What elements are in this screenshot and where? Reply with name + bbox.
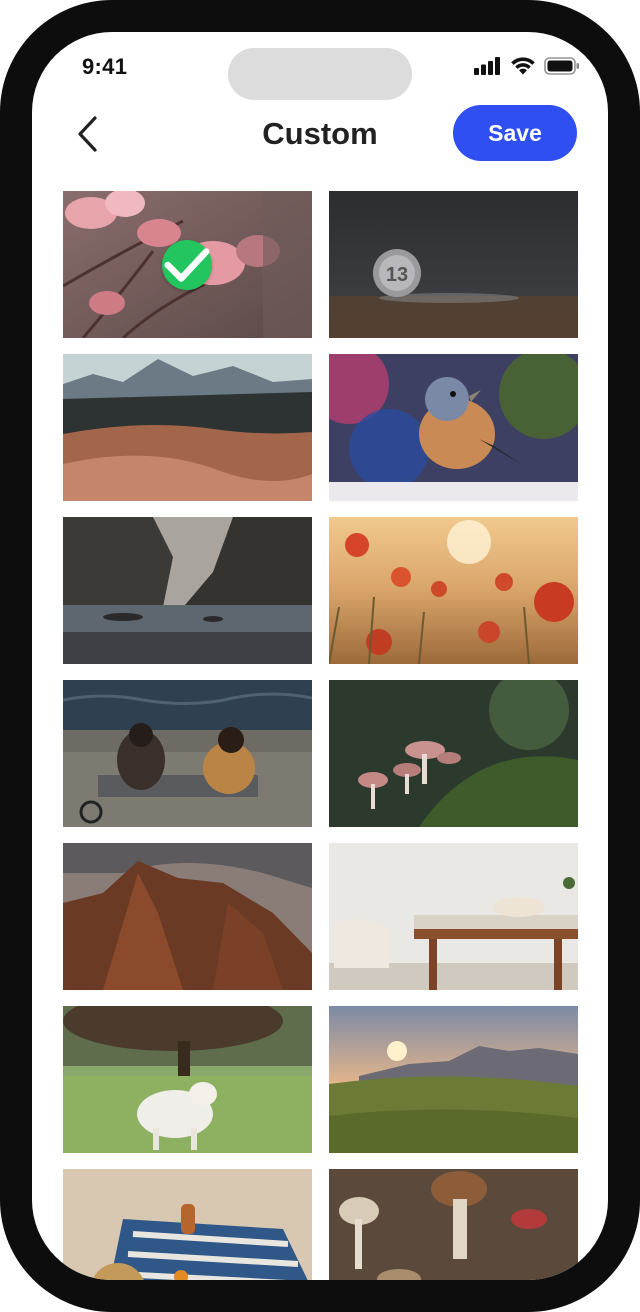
- photo-mushrooms-table-image: [329, 1169, 578, 1280]
- wifi-icon: [511, 57, 535, 75]
- photo-tile-couple[interactable]: [63, 680, 312, 827]
- photo-tile-picnic[interactable]: [63, 1169, 312, 1280]
- checkmark-icon: [164, 248, 210, 282]
- photo-dining-image: [329, 843, 578, 990]
- photo-cove-image: [63, 517, 312, 664]
- photo-valley-image: [329, 1006, 578, 1153]
- photo-tile-cove[interactable]: [63, 517, 312, 664]
- battery-icon: [544, 56, 579, 75]
- photo-tile-mushrooms[interactable]: [329, 680, 578, 827]
- photo-tile-desert[interactable]: [63, 354, 312, 501]
- photo-peak-image: [63, 843, 312, 990]
- photo-tile-coin[interactable]: 13: [329, 191, 578, 338]
- status-icons: [474, 56, 580, 75]
- photo-couple-image: [63, 680, 312, 827]
- photo-picnic-image: [63, 1169, 312, 1280]
- photo-tile-poppies[interactable]: [329, 517, 578, 664]
- photo-tile-mushrooms-table[interactable]: [329, 1169, 578, 1280]
- photo-bird-image: [329, 354, 578, 501]
- photo-tile-bird[interactable]: [329, 354, 578, 501]
- phone-screen: 9:41 Custom Save 13: [32, 32, 608, 1280]
- device-frame: 9:41 Custom Save 13: [0, 0, 640, 1312]
- photo-desert-image: [63, 354, 312, 501]
- photo-tile-dining[interactable]: [329, 843, 578, 990]
- status-time: 9:41: [82, 54, 128, 79]
- photo-tile-peak[interactable]: [63, 843, 312, 990]
- svg-text:13: 13: [386, 264, 408, 286]
- photo-lamb-image: [63, 1006, 312, 1153]
- photo-tile-blossoms[interactable]: [63, 191, 312, 338]
- photo-tile-valley[interactable]: [329, 1006, 578, 1153]
- dynamic-island: [228, 48, 412, 100]
- photo-poppies-image: [329, 517, 578, 664]
- photo-coin-image: 13: [329, 191, 578, 338]
- cellular-signal-icon: [474, 56, 500, 75]
- selected-check-badge: [162, 240, 212, 290]
- save-button[interactable]: Save: [453, 105, 577, 161]
- photo-mushrooms-image: [329, 680, 578, 827]
- photo-tile-lamb[interactable]: [63, 1006, 312, 1153]
